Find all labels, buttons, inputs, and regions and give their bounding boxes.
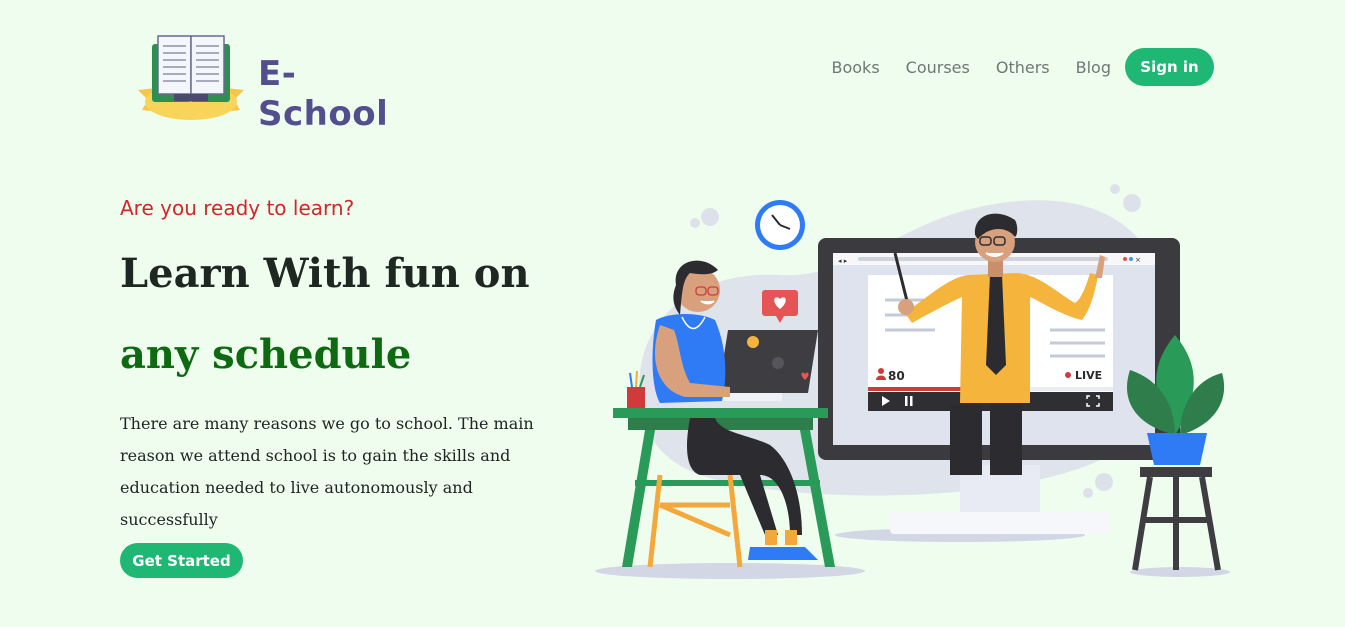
live-label: LIVE (1075, 369, 1102, 382)
brand-name: E- School (258, 54, 389, 134)
nav-blog[interactable]: Blog (1076, 58, 1111, 77)
svg-text:×: × (1135, 256, 1141, 264)
book-logo-icon (138, 35, 244, 120)
hero-description: There are many reasons we go to school. … (120, 414, 534, 529)
hero-headline-line1: Learn With fun on (120, 250, 530, 297)
online-learning-illustration: ◂ ▸ × 80 LIVE (595, 184, 1230, 579)
clock-icon (755, 200, 805, 250)
hero-headline-line2: any schedule (120, 331, 412, 378)
nav-books[interactable]: Books (832, 58, 880, 77)
brand-logo[interactable]: E- School (136, 30, 436, 134)
nav-courses[interactable]: Courses (906, 58, 970, 77)
hero-tagline: Are you ready to learn? (120, 196, 355, 220)
viewer-count: 80 (888, 369, 905, 383)
svg-text:◂ ▸: ◂ ▸ (838, 257, 848, 265)
sign-in-button[interactable]: Sign in (1125, 48, 1214, 86)
nav-others[interactable]: Others (996, 58, 1050, 77)
get-started-button[interactable]: Get Started (120, 543, 243, 578)
main-nav: Books Courses Others Blog Sign in (832, 48, 1214, 86)
